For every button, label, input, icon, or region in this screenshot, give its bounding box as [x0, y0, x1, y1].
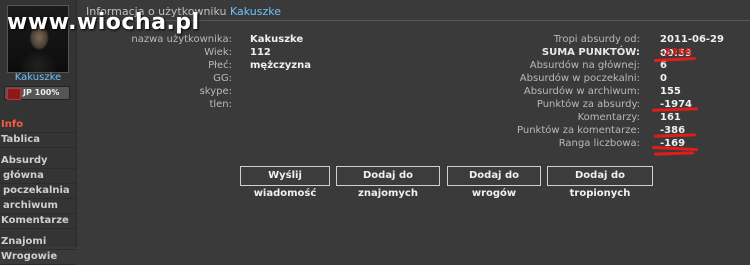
sidebar-item-poczekalnia[interactable]: poczekalnia [0, 184, 76, 199]
wait-label: Absurdów w poczekalni: [519, 73, 640, 84]
rank-text: JP 100% [23, 88, 60, 97]
sum-label: SUMA PUNKTÓW: [541, 47, 640, 58]
points-com-label: Punktów za komentarze: [517, 125, 640, 136]
skype-label: skype: [199, 86, 232, 97]
comments-value: 161 [660, 112, 681, 123]
sidebar-item-znajomi[interactable]: Znajomi [0, 235, 76, 250]
since-label: Tropi absurdy od: [553, 34, 640, 45]
send-message-button[interactable]: Wyślij wiadomość [240, 166, 330, 199]
sidebar-item-glowna[interactable]: główna [0, 169, 76, 184]
points-abs-label: Punktów za absurdy: [536, 99, 640, 110]
sidebar-item-info[interactable]: Info [0, 118, 76, 133]
sidebar-item-tablica[interactable]: Tablica [0, 133, 76, 148]
sex-value: mężczyzna [250, 60, 311, 71]
since-value: 2011-06-29 00:59 [660, 34, 724, 59]
archive-label: Absurdów w archiwum: [523, 86, 640, 97]
gg-label: GG: [213, 73, 232, 84]
rank-flag-icon [7, 88, 21, 100]
rank-underline-2 [653, 151, 695, 156]
age-label: Wiek: [204, 47, 232, 58]
sex-label: Płeć: [208, 60, 232, 71]
page-title-username: Kakuszke [229, 5, 281, 18]
add-tracked-button[interactable]: Dodaj do tropionych [547, 166, 653, 199]
rank-badge: JP 100% [4, 86, 70, 100]
add-friend-button[interactable]: Dodaj do znajomych [336, 166, 440, 199]
sidebar: Kakuszke JP 100% Info Tablica Absurdy gł… [0, 0, 77, 265]
sidebar-item-komentarze[interactable]: Komentarze [0, 214, 76, 229]
main-label: Absurdów na głównej: [529, 60, 640, 71]
site-watermark: www.wiocha.pl [7, 10, 200, 35]
nick-value: Kakuszke [250, 34, 304, 45]
tlen-label: tlen: [209, 99, 232, 110]
wait-value: 0 [660, 73, 667, 84]
archive-value: 155 [660, 86, 681, 97]
sidebar-username[interactable]: Kakuszke [0, 72, 76, 83]
sidebar-nav: Info Tablica Absurdy główna poczekalnia … [0, 118, 76, 265]
sidebar-item-absurdy[interactable]: Absurdy [0, 154, 76, 169]
comments-label: Komentarzy: [577, 112, 640, 123]
age-value: 112 [250, 47, 271, 58]
add-enemy-button[interactable]: Dodaj do wrogów [447, 166, 541, 199]
rank-label: Ranga liczbowa: [558, 138, 640, 149]
nick-label: nazwa użytkownika: [131, 34, 232, 45]
sidebar-item-archiwum[interactable]: archiwum [0, 199, 76, 214]
sidebar-item-wrogowie[interactable]: Wrogowie [0, 250, 76, 265]
